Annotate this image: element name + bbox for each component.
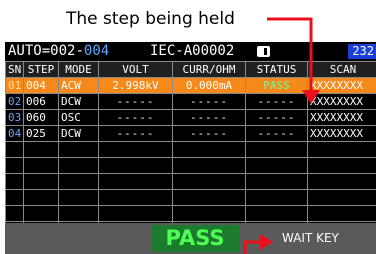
col-curr-header: CURR/OHM [172,61,246,78]
row-step: 006 [23,93,59,110]
row-volt: ----- [98,125,173,142]
row-scan: XXXXXXXX [307,77,376,94]
table-row-held[interactable]: 01 004 ACW 2.998kV 0.000mA PASS XXXXXXXX [5,77,376,94]
row-scan: XXXXXXXX [307,125,376,142]
step-table: SN STEP MODE VOLT CURR/OHM STATUS SCAN 0… [5,61,376,238]
col-mode-header: MODE [58,61,99,78]
col-volt-header: VOLT [98,61,173,78]
row-step: 060 [23,109,59,126]
row-mode: DCW [58,125,99,142]
row-sn: 04 [5,125,24,142]
table-row[interactable]: 02 006 DCW ----- ----- ----- XXXXXXXX [5,93,376,110]
col-status-header: STATUS [245,61,308,78]
total-steps: 002 [50,43,76,59]
current-step: 004 [83,43,110,59]
memory-badge: 232 [348,44,376,59]
empty-row [5,189,376,206]
wait-key-annotation: WAIT KEY [282,231,339,245]
row-sn: 01 [5,77,24,94]
row-mode: DCW [58,93,99,110]
row-scan: XXXXXXXX [307,109,376,126]
row-step: 004 [23,77,59,94]
row-mode: ACW [58,77,99,94]
pass-result: PASS [151,225,239,252]
row-volt: 2.998kV [98,77,173,94]
auto-step-indicator: AUTO=002-004 [8,42,109,61]
step-separator: - [75,43,84,59]
col-sn-header: SN [5,61,24,78]
row-status: PASS [245,77,308,94]
row-curr: ----- [172,109,246,126]
row-volt: ----- [98,93,173,110]
empty-row [5,173,376,190]
table-header-row: SN STEP MODE VOLT CURR/OHM STATUS SCAN [5,61,376,78]
row-curr: ----- [172,125,246,142]
table-row[interactable]: 03 060 OSC ----- ----- ----- XXXXXXXX [5,109,376,126]
empty-row [5,141,376,158]
held-step-annotation: The step being held [66,9,235,29]
table-row[interactable]: 04 025 DCW ----- ----- ----- XXXXXXXX [5,125,376,142]
empty-row [5,157,376,174]
row-sn: 03 [5,109,24,126]
row-curr: 0.000mA [172,77,246,94]
test-name: IEC-A00002 [150,43,235,59]
tester-screen: AUTO=002-004 IEC-A00002 232 SN STEP MODE… [5,42,376,254]
auto-prefix: AUTO= [8,43,51,59]
status-bar: AUTO=002-004 IEC-A00002 232 [5,42,376,61]
row-status: ----- [245,93,308,110]
row-step: 025 [23,125,59,142]
memory-icon [257,46,270,57]
col-step-header: STEP [23,61,59,78]
empty-row [5,205,376,222]
result-bar: PASS WAIT KEY [5,223,376,254]
row-status: ----- [245,125,308,142]
row-mode: OSC [58,109,99,126]
row-curr: ----- [172,93,246,110]
row-status: ----- [245,109,308,126]
col-scan-header: SCAN [307,61,376,78]
row-sn: 02 [5,93,24,110]
held-step-callout: The step being held [0,0,376,42]
row-scan: XXXXXXXX [307,93,376,110]
row-volt: ----- [98,109,173,126]
